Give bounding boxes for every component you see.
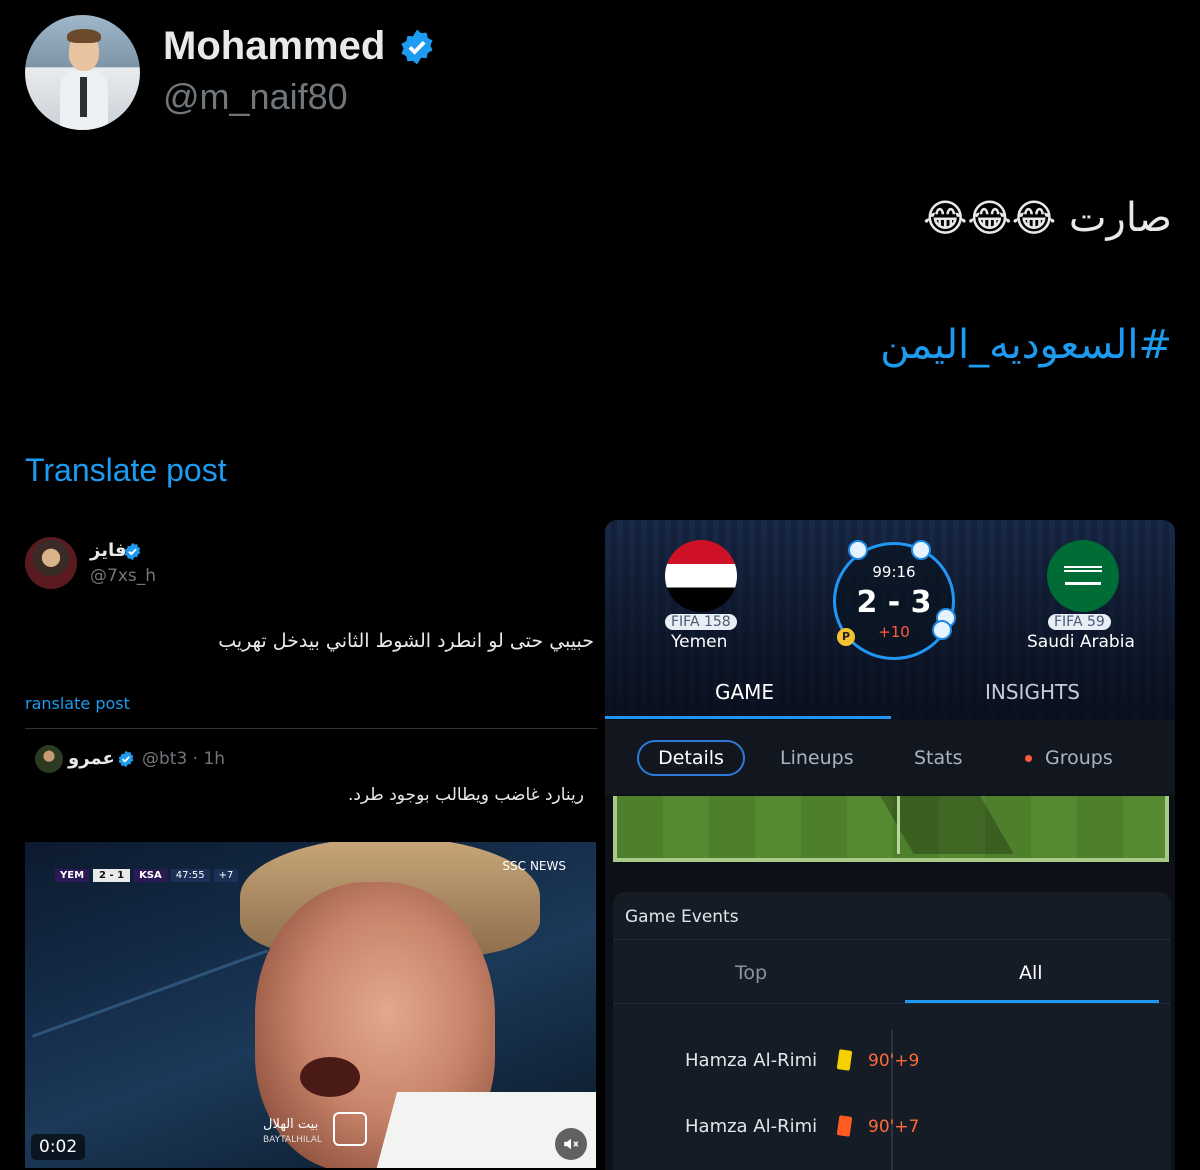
mute-icon[interactable] xyxy=(555,1128,587,1160)
match-app-screenshot: FIFA 158 FIFA 59 Yemen Saudi Arabia 99:1… xyxy=(605,520,1175,1170)
author-avatar[interactable] xyxy=(25,15,140,130)
video-timer: 0:02 xyxy=(31,1134,86,1160)
saudi-flag-icon[interactable] xyxy=(1047,540,1119,612)
quoted-verified-icon xyxy=(118,750,134,768)
event-player[interactable]: Hamza Al-Rimi xyxy=(685,1116,817,1137)
away-rank: FIFA 59 xyxy=(1048,614,1111,630)
channel-name-en: BAYTALHILAL xyxy=(263,1135,322,1145)
embedded-author-handle[interactable]: @7xs_h xyxy=(90,566,156,586)
embedded-author-avatar[interactable] xyxy=(25,537,77,589)
quoted-post-text: رينارد غاضب ويطالب بوجود طرد. xyxy=(347,785,584,805)
laughing-emoji-icon: 😂😂😂 xyxy=(922,196,1057,240)
sub-tabs-bar: Details Lineups Stats Groups xyxy=(605,720,1175,795)
tweet-text-words: صارت xyxy=(1068,195,1172,241)
scorebug-home: YEM xyxy=(55,868,90,882)
events-tab-top[interactable]: Top xyxy=(735,962,767,984)
subtab-lineups[interactable]: Lineups xyxy=(780,747,854,769)
penalty-badge-icon: P xyxy=(837,628,855,646)
quoted-author-avatar[interactable] xyxy=(35,745,63,773)
goal-ball-icon xyxy=(932,620,952,640)
events-tab-all[interactable]: All xyxy=(1019,962,1043,984)
home-rank: FIFA 158 xyxy=(665,614,737,630)
tab-game[interactable]: GAME xyxy=(715,680,774,704)
pitch-graphic xyxy=(613,796,1169,862)
channel-name-ar: بيت الهلال xyxy=(263,1117,319,1132)
translate-post-link[interactable]: Translate post xyxy=(25,452,227,489)
channel-sub: NEWS xyxy=(529,859,566,873)
quoted-post[interactable] xyxy=(25,728,597,833)
scorebug-clock: 47:55 xyxy=(170,868,210,882)
live-dot-icon xyxy=(1025,755,1032,762)
verified-badge-icon xyxy=(401,29,433,65)
channel-logo-ssc: SSC NEWS xyxy=(498,858,566,874)
yellow-card-icon xyxy=(836,1049,853,1071)
quoted-author-handle[interactable]: @bt3 · 1h xyxy=(142,749,225,769)
embedded-translate-link[interactable]: ranslate post xyxy=(25,694,130,713)
game-events-title: Game Events xyxy=(625,907,739,927)
author-name[interactable]: Mohammed xyxy=(163,24,385,69)
embedded-post-text: حبيبي حتى لو انطرد الشوط الثاني بيدخل ته… xyxy=(218,630,594,652)
channel-brand: SSC xyxy=(502,859,526,873)
event-time: 90'+9 xyxy=(868,1051,920,1071)
tab-insights[interactable]: INSIGHTS xyxy=(985,680,1080,704)
match-clock: 99:16 xyxy=(872,563,916,581)
event-time: 90'+7 xyxy=(868,1117,920,1137)
quoted-author-name[interactable]: عمرو xyxy=(68,748,115,769)
yemen-flag-icon[interactable] xyxy=(665,540,737,612)
goal-ball-icon xyxy=(911,540,931,560)
hashtag-link[interactable]: #السعوديه_اليمن xyxy=(880,322,1172,368)
home-team-name[interactable]: Yemen xyxy=(671,632,727,652)
embedded-verified-icon xyxy=(124,542,141,561)
video-player[interactable]: YEM 2 - 1 KSA 47:55 +7 SSC NEWS بيت الهلا… xyxy=(25,842,596,1168)
subtab-details[interactable]: Details xyxy=(637,740,745,776)
scorebug-away: KSA xyxy=(134,868,167,882)
subtab-groups[interactable]: Groups xyxy=(1045,747,1113,769)
event-player[interactable]: Hamza Al-Rimi xyxy=(685,1050,817,1071)
match-score: 2 - 3 xyxy=(856,585,932,620)
game-events-card: Game Events Top All Hamza Al-Rimi 90'+9 … xyxy=(613,892,1171,1170)
red-card-icon xyxy=(836,1115,853,1137)
author-handle[interactable]: @m_naif80 xyxy=(163,76,348,118)
tab-active-indicator xyxy=(605,716,891,719)
channel-logo-icon xyxy=(333,1112,367,1146)
scorebug-added: +7 xyxy=(213,868,239,882)
tweet-text: صارت 😂😂😂 xyxy=(923,195,1172,241)
scorebug-score: 2 - 1 xyxy=(93,868,131,882)
subtab-stats[interactable]: Stats xyxy=(914,747,963,769)
away-team-name[interactable]: Saudi Arabia xyxy=(1027,632,1135,652)
video-scorebug: YEM 2 - 1 KSA 47:55 +7 xyxy=(55,866,239,884)
embedded-author-name[interactable]: فايز xyxy=(90,540,127,561)
goal-ball-icon xyxy=(848,540,868,560)
